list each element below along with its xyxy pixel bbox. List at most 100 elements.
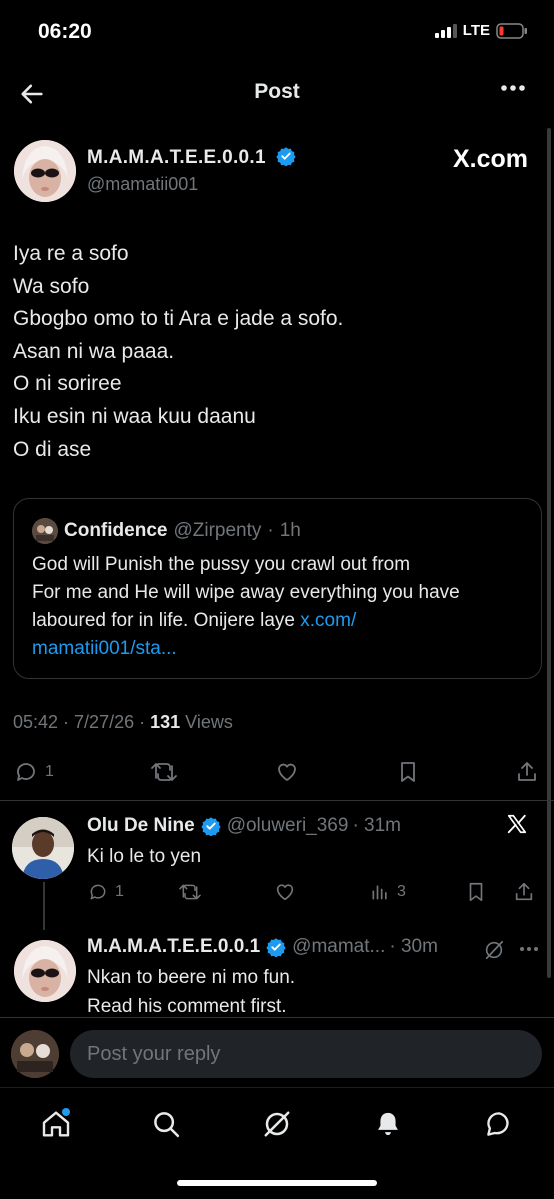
reply-time: · 31m <box>352 815 402 836</box>
post-line: O ni soriree <box>13 372 122 396</box>
analytics-icon <box>372 885 387 900</box>
page-title: Post <box>254 80 300 103</box>
more-icon <box>520 947 538 951</box>
heart-icon <box>278 763 297 781</box>
tab-grok[interactable] <box>257 1104 297 1144</box>
tab-messages[interactable] <box>479 1104 519 1144</box>
quote-avatar <box>32 518 58 544</box>
current-user-avatar <box>11 1030 59 1078</box>
quoted-post[interactable]: Confidence @Zirpenty · 1h God will Punis… <box>13 498 542 679</box>
grok-icon <box>485 940 504 960</box>
x-logo <box>506 813 528 835</box>
like-button[interactable] <box>273 760 301 784</box>
battery-icon <box>496 22 527 39</box>
avatar-image <box>11 1030 59 1078</box>
search-icon <box>154 1112 180 1138</box>
repost-icon <box>179 884 201 900</box>
bookmark-button[interactable] <box>465 881 513 903</box>
author-name-line: M.A.M.A.T.E.E.0.0.1 <box>87 146 296 169</box>
reply-more-button[interactable] <box>519 946 539 952</box>
status-indicators: LTE <box>434 22 528 39</box>
repost-icon <box>150 763 177 781</box>
more-options-button[interactable] <box>500 84 526 92</box>
heart-icon <box>276 884 294 901</box>
reply-button[interactable]: 1 <box>87 882 177 902</box>
tab-search[interactable] <box>146 1104 186 1144</box>
x-com-logo: X.com <box>452 145 528 173</box>
post-line: Wa sofo <box>13 274 90 298</box>
reply-handle[interactable]: @oluweri_369 <box>227 815 349 837</box>
reply-button[interactable]: 1 <box>13 760 54 784</box>
reply-header: Olu De Nine @oluweri_369 · 31m <box>87 815 401 837</box>
quote-link[interactable]: x.com/ <box>300 610 356 631</box>
scrollbar[interactable] <box>547 128 551 978</box>
tab-notifications[interactable] <box>368 1104 408 1144</box>
reply-author-avatar[interactable] <box>14 940 76 1002</box>
reply-actions: 1 3 <box>87 880 542 904</box>
reply-author-name[interactable]: Olu De Nine <box>87 815 195 837</box>
reply-author-avatar[interactable] <box>12 817 74 879</box>
reply-input[interactable]: Post your reply <box>70 1030 542 1078</box>
share-button[interactable] <box>515 760 539 784</box>
reply-header: M.A.M.A.T.E.E.0.0.1 @mamat... · 30m <box>87 936 438 958</box>
reply-handle[interactable]: @mamat... <box>292 936 385 958</box>
verified-badge-icon <box>266 938 286 957</box>
quote-handle: @Zirpenty <box>173 520 262 541</box>
avatar-image <box>14 140 76 202</box>
reply-count: 1 <box>115 883 124 900</box>
author-name[interactable]: M.A.M.A.T.E.E.0.0.1 <box>87 147 266 168</box>
reply-text: Ki lo le to yen <box>87 846 202 867</box>
bookmark-button[interactable] <box>396 760 420 784</box>
post-timestamp: 05:42 · 7/27/26 · <box>13 712 151 732</box>
reply-icon <box>17 763 35 781</box>
bell-icon <box>378 1112 398 1136</box>
x-logo-icon <box>507 814 527 834</box>
reply-line: Nkan to beere ni mo fun. <box>87 967 296 988</box>
repost-button[interactable] <box>149 760 179 784</box>
quote-header: Confidence @Zirpenty · 1h <box>32 518 301 544</box>
reply-icon <box>90 884 106 900</box>
more-icon <box>501 85 525 91</box>
signal-icon <box>434 23 457 38</box>
bookmark-icon <box>401 762 416 782</box>
post-text: Iya re a sofo Wa sofo Gbogbo omo to ti A… <box>13 238 343 466</box>
bookmark-icon <box>469 882 483 902</box>
grok-icon <box>264 1111 290 1137</box>
post-meta: 05:42 · 7/27/26 · 131 Views <box>13 712 233 733</box>
messages-icon <box>487 1112 509 1136</box>
notification-dot <box>62 1108 70 1116</box>
views-button[interactable]: 3 <box>369 882 465 902</box>
thread-connector <box>43 882 45 930</box>
reply-text: Nkan to beere ni mo fun. Read his commen… <box>87 963 295 1021</box>
tab-home[interactable] <box>36 1104 76 1144</box>
quote-author-name: Confidence <box>64 520 168 541</box>
quote-line-text: laboured for in life. Onijere laye <box>32 610 301 631</box>
post-actions: 1 <box>13 758 539 786</box>
views-count: 3 <box>397 883 406 900</box>
like-button[interactable] <box>273 881 369 903</box>
post-line: Iku esin ni waa kuu daanu <box>13 404 256 428</box>
quote-separator: · <box>267 520 274 541</box>
share-button[interactable] <box>513 881 535 903</box>
grok-button[interactable] <box>483 939 505 961</box>
share-icon <box>515 882 533 901</box>
views-label: Views <box>180 712 233 732</box>
post-line: Gbogbo omo to ti Ara e jade a sofo. <box>13 307 344 331</box>
quote-text: God will Punish the pussy you crawl out … <box>32 551 532 663</box>
quote-link-continued[interactable]: mamatii001/sta... <box>32 635 532 663</box>
author-handle[interactable]: @mamatii001 <box>87 174 198 195</box>
avatar-image <box>12 817 74 879</box>
repost-button[interactable] <box>177 882 273 902</box>
reply-author-name[interactable]: M.A.M.A.T.E.E.0.0.1 <box>87 936 260 958</box>
post-line: Asan ni wa paaa. <box>13 339 175 363</box>
quote-line: laboured for in life. Onijere laye x.com… <box>32 607 532 635</box>
reply-count: 1 <box>45 763 54 780</box>
avatar-image <box>14 940 76 1002</box>
verified-badge-icon <box>201 817 221 836</box>
home-indicator <box>177 1180 377 1186</box>
share-icon <box>518 762 536 781</box>
network-label: LTE <box>462 22 490 39</box>
views-count: 131 <box>150 712 181 732</box>
author-avatar[interactable] <box>14 140 76 202</box>
verified-badge-icon <box>276 147 296 166</box>
